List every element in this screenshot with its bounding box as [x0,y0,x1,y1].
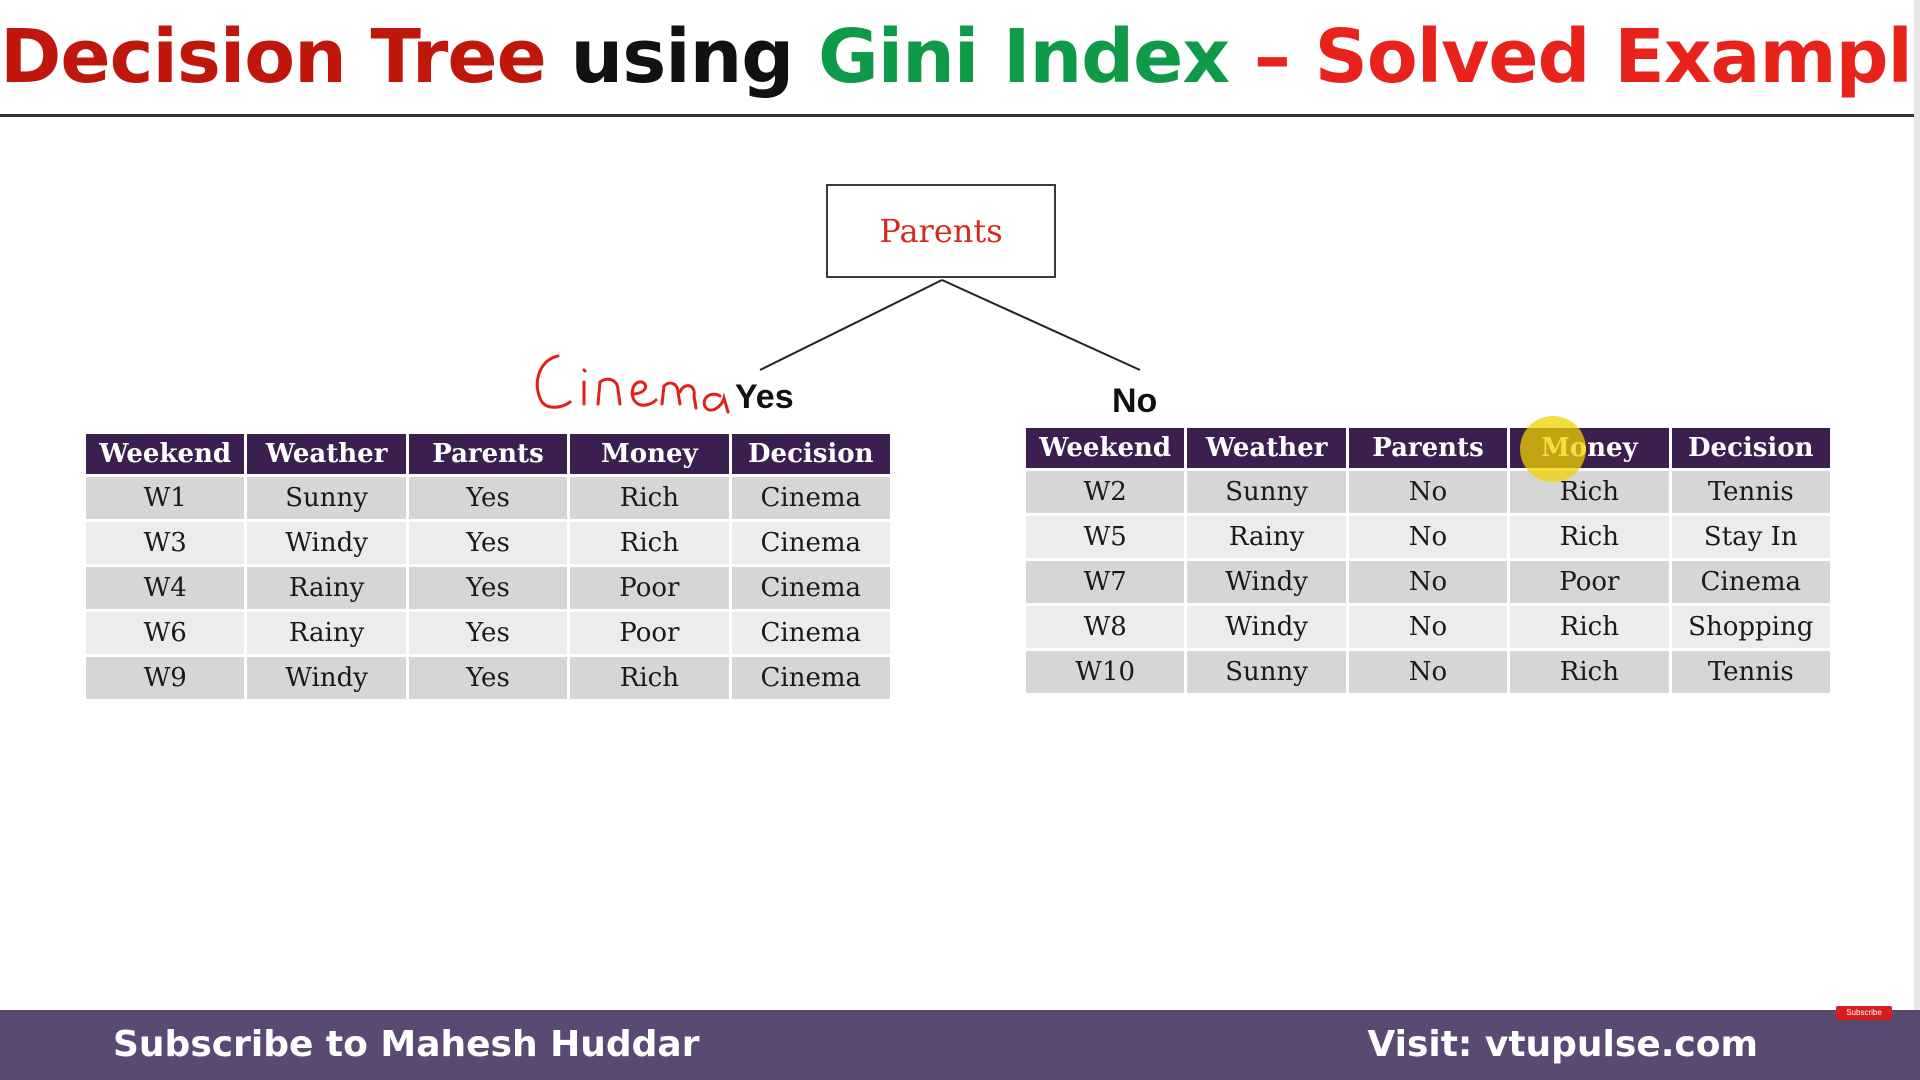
table-cell: Yes [408,657,568,699]
table-header-row: Weekend Weather Parents Money Decision [86,434,890,474]
handwritten-n [596,377,622,406]
table-cell: Rich [1510,606,1669,648]
table-cell: Cinema [731,522,890,564]
table-cell: Sunny [1187,651,1346,693]
table-cell: Cinema [731,657,890,699]
title-part-gini-index: Gini Index [818,14,1230,100]
title-part-decision-tree: Decision Tree [0,14,571,100]
header-parents: Parents [408,434,568,474]
handwritten-e [630,380,658,407]
table-cell: Windy [247,522,406,564]
yes-branch-table: Weekend Weather Parents Money Decision W… [83,431,893,702]
table-cell: Yes [408,522,568,564]
table-cell: Rich [1510,471,1669,513]
branch-no-label: No [1112,382,1158,420]
table-cell: W3 [86,522,245,564]
header-money: Money [570,434,729,474]
table-cell: Rich [570,657,729,699]
slide-edge [1914,0,1920,1010]
table-cell: Poor [570,612,729,654]
header-weather: Weather [247,434,406,474]
table-cell: No [1348,471,1508,513]
table-cell: W9 [86,657,245,699]
table-cell: Sunny [247,477,406,519]
table-row: W2 Sunny No Rich Tennis [1026,471,1830,513]
table-cell: Windy [1187,606,1346,648]
handwritten-a [702,392,730,414]
table-cell: W6 [86,612,245,654]
root-node-label: Parents [879,212,1003,250]
edge-to-no [941,279,1141,371]
table-row: W10 Sunny No Rich Tennis [1026,651,1830,693]
table-row: W3 Windy Yes Rich Cinema [86,522,890,564]
footer-visit-text[interactable]: Visit: vtupulse.com [1367,1024,1758,1065]
table-cell: Tennis [1671,471,1830,513]
table-cell: Rainy [247,612,406,654]
table-cell: W5 [1026,516,1185,558]
table-cell: No [1348,561,1508,603]
table-row: W1 Sunny Yes Rich Cinema [86,477,890,519]
tree-root-node: Parents [826,184,1056,278]
table-row: W7 Windy No Poor Cinema [1026,561,1830,603]
table-cell: W8 [1026,606,1185,648]
title-part-using: using [570,14,819,100]
header-decision: Decision [1671,428,1830,468]
handwritten-c [535,354,572,409]
slide-title: Decision Tree using Gini Index – Solved … [0,14,1920,100]
table-cell: Yes [408,477,568,519]
table-cell: W7 [1026,561,1185,603]
title-divider [0,114,1920,117]
slide: Decision Tree using Gini Index – Solved … [0,0,1920,1080]
table-cell: Shopping [1671,606,1830,648]
table-cell: W10 [1026,651,1185,693]
table-cell: Rich [1510,651,1669,693]
table-row: W6 Rainy Yes Poor Cinema [86,612,890,654]
table-row: W4 Rainy Yes Poor Cinema [86,567,890,609]
header-weather: Weather [1187,428,1346,468]
table-cell: W4 [86,567,245,609]
header-decision: Decision [731,434,890,474]
table-cell: Windy [1187,561,1346,603]
handwritten-i [582,368,587,406]
table-cell: No [1348,516,1508,558]
subscribe-badge[interactable]: Subscribe [1836,1006,1892,1020]
table-cell: Rich [570,522,729,564]
header-parents: Parents [1348,428,1508,468]
table-cell: No [1348,606,1508,648]
edge-to-yes [759,279,943,371]
table-cell: Cinema [1671,561,1830,603]
table-row: W8 Windy No Rich Shopping [1026,606,1830,648]
header-weekend: Weekend [1026,428,1185,468]
title-part-solved-example: – Solved Example [1229,14,1920,100]
table-cell: Windy [247,657,406,699]
table-cell: Rainy [247,567,406,609]
footer-subscribe-text: Subscribe to Mahesh Huddar [113,1024,700,1065]
no-branch-table: Weekend Weather Parents Money Decision W… [1023,425,1833,696]
table-cell: Cinema [731,477,890,519]
handwritten-cinema-annotation [535,354,730,414]
table-cell: Rich [1510,516,1669,558]
footer-bar: Subscribe to Mahesh Huddar Visit: vtupul… [0,1006,1920,1080]
branch-yes-label: Yes [735,378,794,416]
table-cell: Rich [570,477,729,519]
cursor-highlight [1520,416,1586,482]
table-cell: No [1348,651,1508,693]
table-cell: Tennis [1671,651,1830,693]
table-cell: Rainy [1187,516,1346,558]
table-row: W5 Rainy No Rich Stay In [1026,516,1830,558]
table-header-row: Weekend Weather Parents Money Decision [1026,428,1830,468]
header-weekend: Weekend [86,434,245,474]
handwritten-m [660,381,698,410]
table-row: W9 Windy Yes Rich Cinema [86,657,890,699]
table-cell: Poor [1510,561,1669,603]
table-cell: Poor [570,567,729,609]
table-cell: Yes [408,567,568,609]
table-cell: Cinema [731,567,890,609]
table-cell: W1 [86,477,245,519]
table-cell: Sunny [1187,471,1346,513]
table-cell: W2 [1026,471,1185,513]
table-cell: Stay In [1671,516,1830,558]
table-cell: Cinema [731,612,890,654]
table-cell: Yes [408,612,568,654]
